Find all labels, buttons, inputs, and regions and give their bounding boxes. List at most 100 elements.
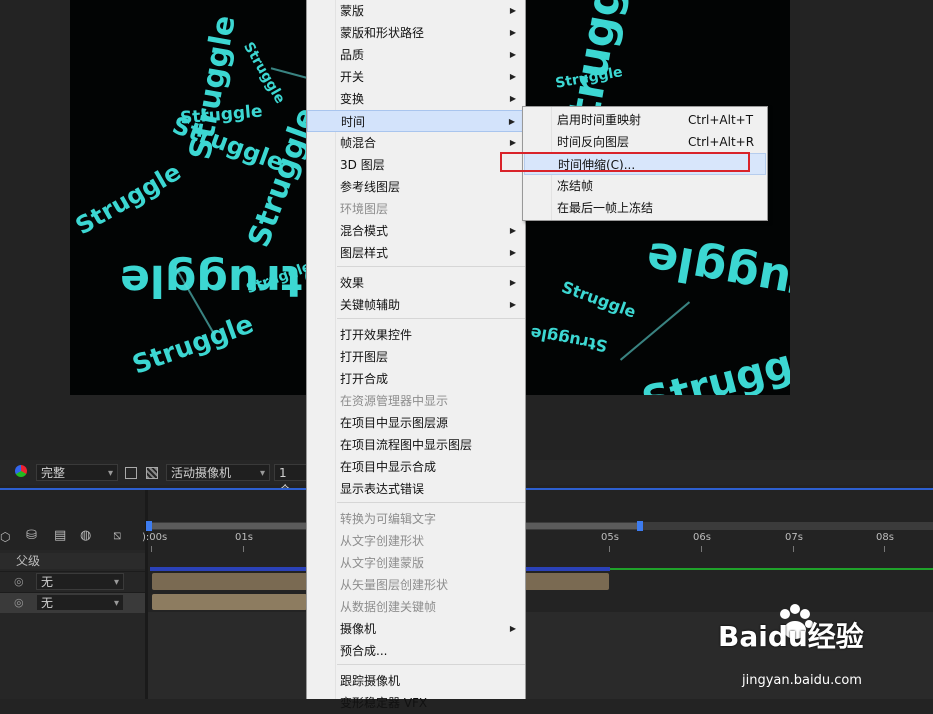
submenu-arrow-icon: ▶ — [508, 117, 515, 126]
submenu-arrow-icon: ▶ — [509, 138, 516, 147]
submenu-arrow-icon: ▶ — [509, 72, 516, 81]
menu-item-label: 开关 — [340, 70, 365, 84]
menu-item-4[interactable]: 开关 ▶ — [307, 66, 524, 88]
menu-item-20[interactable]: 在项目流程图中显示图层 — [307, 434, 524, 456]
menu-separator — [337, 318, 525, 319]
menu-item-label: 关键帧辅助 — [340, 298, 401, 312]
shortcut-label: Ctrl+Alt+R — [688, 135, 755, 149]
menu-item-14[interactable]: 关键帧辅助 ▶ — [307, 294, 524, 316]
menu-item-label: 显示表达式错误 — [340, 482, 425, 496]
menu-item-12[interactable]: 图层样式 ▶ — [307, 242, 524, 264]
menu-item-1[interactable]: 蒙版 ▶ — [307, 0, 524, 22]
menu-item-label: 在项目中显示合成 — [340, 460, 437, 474]
menu-item-label: 效果 — [340, 276, 365, 290]
menu-item-label: 在最后一帧上冻结 — [557, 201, 654, 215]
menu-item-label: 在项目中显示图层源 — [340, 416, 449, 430]
graph-editor-icon[interactable]: ⧅ — [113, 528, 121, 543]
struggle-text: Struggle — [528, 323, 609, 356]
frame-blending-icon[interactable]: ▤ — [54, 528, 66, 543]
struggle-text: Struggle — [559, 277, 639, 322]
submenu-arrow-icon: ▶ — [509, 300, 516, 309]
layer-row[interactable]: ◎ 无 ▾ — [0, 571, 145, 592]
menu-item-label: 环境图层 — [340, 202, 389, 216]
shy-layers-icon[interactable]: ⛁ — [26, 528, 37, 543]
layer-column-header: 父级 — [0, 553, 145, 569]
submenu-arrow-icon: ▶ — [509, 28, 516, 37]
shortcut-label: Ctrl+Alt+T — [688, 113, 754, 127]
pickwhip-icon[interactable]: ◎ — [14, 596, 24, 609]
menu-item-label: 时间 — [341, 115, 366, 129]
menu-item-label: 从数据创建关键帧 — [340, 600, 437, 614]
struggle-text: Struggle — [70, 157, 186, 241]
menu-item-17[interactable]: 打开合成 — [307, 368, 524, 390]
menu-item-label: 时间反向图层 — [557, 135, 630, 149]
submenu-arrow-icon: ▶ — [509, 50, 516, 59]
menu-item-19[interactable]: 在项目中显示图层源 — [307, 412, 524, 434]
menu-item-7[interactable]: 帧混合 ▶ — [307, 132, 524, 154]
menu-item-time-reverse-layer[interactable]: 时间反向图层 Ctrl+Alt+R — [524, 131, 766, 153]
menu-item-3[interactable]: 品质 ▶ — [307, 44, 524, 66]
menu-item-label: 预合成... — [340, 644, 388, 658]
resolution-select[interactable]: 完整 ▾ — [36, 464, 118, 481]
parent-value: 无 — [41, 575, 54, 589]
menu-item-29[interactable]: 预合成... — [307, 640, 524, 662]
menu-separator — [337, 266, 525, 267]
menu-item-28[interactable]: 摄像机 ▶ — [307, 618, 524, 640]
menu-item-9[interactable]: 参考线图层 — [307, 176, 524, 198]
menu-item-label: 蒙版 — [340, 4, 365, 18]
menu-item-label: 在项目流程图中显示图层 — [340, 438, 473, 452]
menu-item-6[interactable]: 时间 ▶ — [307, 110, 524, 132]
layer-row[interactable]: ◎ 无 ▾ — [0, 592, 145, 613]
view-layout-select[interactable]: 1个... — [274, 464, 308, 497]
menu-item-15[interactable]: 打开效果控件 — [307, 324, 524, 346]
menu-item-23: 转换为可编辑文字 — [307, 508, 524, 530]
camera-select[interactable]: 活动摄像机 ▾ — [166, 464, 270, 481]
work-area-end-handle[interactable] — [637, 521, 643, 531]
pickwhip-icon[interactable]: ◎ — [14, 575, 24, 588]
menu-item-30[interactable]: 跟踪摄像机 — [307, 670, 524, 692]
transparency-grid-icon[interactable] — [146, 467, 158, 479]
menu-item-2[interactable]: 蒙版和形状路径 ▶ — [307, 22, 524, 44]
menu-item-label: 变形稳定器 VFX — [340, 696, 428, 710]
work-area-start-handle[interactable] — [146, 521, 152, 531]
menu-item-enable-time-remap[interactable]: 启用时间重映射 Ctrl+Alt+T — [524, 109, 766, 131]
color-wheel-icon[interactable] — [15, 465, 27, 477]
chevron-down-icon: ▾ — [113, 577, 119, 588]
menu-item-label: 启用时间重映射 — [557, 113, 642, 127]
menu-item-label: 摄像机 — [340, 622, 377, 636]
submenu-arrow-icon: ▶ — [509, 226, 516, 235]
parent-column-label: 父级 — [16, 554, 41, 568]
parent-select[interactable]: 无 ▾ — [36, 573, 124, 590]
tick-mark — [609, 546, 610, 552]
menu-item-8[interactable]: 3D 图层 — [307, 154, 524, 176]
menu-item-label: 冻结帧 — [557, 179, 594, 193]
menu-item-freeze-frame[interactable]: 冻结帧 — [524, 175, 766, 197]
menu-item-21[interactable]: 在项目中显示合成 — [307, 456, 524, 478]
menu-item-freeze-on-last-frame[interactable]: 在最后一帧上冻结 — [524, 197, 766, 219]
menu-separator — [337, 502, 525, 503]
menu-item-5[interactable]: 变换 ▶ — [307, 88, 524, 110]
tick-mark — [793, 546, 794, 552]
menu-item-11[interactable]: 混合模式 ▶ — [307, 220, 524, 242]
menu-item-26: 从矢量图层创建形状 — [307, 574, 524, 596]
menu-item-22[interactable]: 显示表达式错误 — [307, 478, 524, 500]
motion-blur-icon[interactable]: ◍ — [80, 528, 91, 543]
render-cache-indicator — [610, 568, 933, 570]
highlight-annotation-box — [500, 152, 750, 172]
submenu-arrow-icon: ▶ — [509, 248, 516, 257]
menu-item-13[interactable]: 效果 ▶ — [307, 272, 524, 294]
struggle-text: Struggle — [128, 309, 258, 381]
time-ruler-label: 06s — [693, 532, 711, 543]
menu-item-25: 从文字创建蒙版 — [307, 552, 524, 574]
menu-item-16[interactable]: 打开图层 — [307, 346, 524, 368]
chevron-down-icon: ▾ — [107, 468, 113, 479]
menu-item-label: 从文字创建蒙版 — [340, 556, 425, 570]
struggle-text: Struggle — [642, 231, 790, 323]
3d-cube-icon[interactable]: ⬡ — [0, 530, 10, 544]
menu-item-label: 变换 — [340, 92, 365, 106]
parent-select[interactable]: 无 ▾ — [36, 594, 124, 611]
layer-bar-selected[interactable] — [152, 594, 307, 610]
region-of-interest-icon[interactable] — [125, 467, 137, 479]
menu-item-31[interactable]: 变形稳定器 VFX — [307, 692, 524, 714]
submenu-arrow-icon: ▶ — [509, 624, 516, 633]
